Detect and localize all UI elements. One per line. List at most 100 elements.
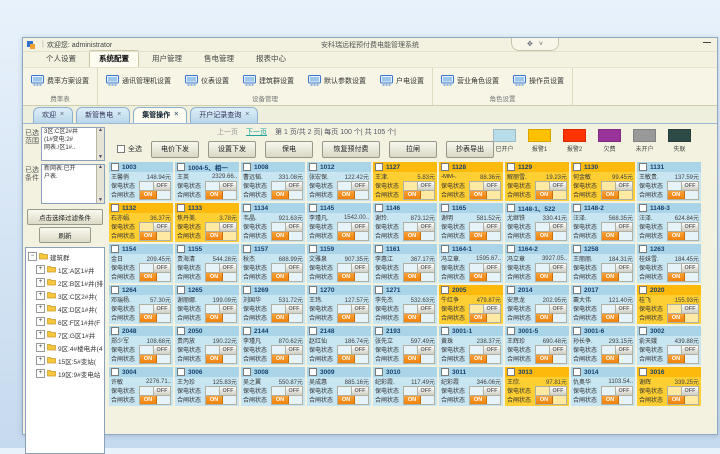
- card-checkbox[interactable]: [309, 327, 317, 335]
- card-checkbox[interactable]: [573, 163, 581, 171]
- switch-toggle[interactable]: ON: [337, 313, 369, 323]
- card-checkbox[interactable]: [177, 368, 185, 376]
- switch-toggle[interactable]: ON: [601, 354, 633, 364]
- switch-toggle[interactable]: ON: [601, 231, 633, 241]
- expand-plus-icon[interactable]: +: [36, 369, 45, 378]
- card-checkbox[interactable]: [309, 204, 317, 212]
- ribbon-button-2-1[interactable]: 通讯管理机设置: [104, 73, 173, 90]
- switch-toggle[interactable]: ON: [205, 313, 237, 323]
- tree-item-6[interactable]: +7区:G区1#井: [28, 328, 104, 341]
- switch-toggle[interactable]: ON: [205, 272, 237, 282]
- expand-plus-icon[interactable]: +: [36, 278, 45, 287]
- scroll-down-icon[interactable]: ▼: [98, 198, 103, 203]
- switch-toggle[interactable]: ON: [271, 231, 303, 241]
- ribbon-button-2-3[interactable]: 建筑群设置: [241, 73, 296, 90]
- switch-toggle[interactable]: ON: [139, 395, 171, 405]
- switch-toggle[interactable]: ON: [403, 231, 435, 241]
- toolbar-button-3[interactable]: 保电: [265, 141, 313, 158]
- card-checkbox[interactable]: [639, 163, 647, 171]
- next-page-link[interactable]: 下一页: [246, 127, 267, 137]
- card-checkbox[interactable]: [441, 245, 449, 253]
- switch-toggle[interactable]: ON: [337, 272, 369, 282]
- switch-toggle[interactable]: ON: [469, 354, 501, 364]
- card-checkbox[interactable]: [177, 245, 185, 253]
- card-checkbox[interactable]: [375, 163, 383, 171]
- card-checkbox[interactable]: [111, 163, 119, 171]
- card-checkbox[interactable]: [177, 163, 185, 171]
- switch-toggle[interactable]: ON: [337, 354, 369, 364]
- card-checkbox[interactable]: [441, 204, 449, 212]
- card-checkbox[interactable]: [375, 368, 383, 376]
- switch-toggle[interactable]: ON: [469, 313, 501, 323]
- card-checkbox[interactable]: [639, 327, 647, 335]
- switch-toggle[interactable]: ON: [469, 272, 501, 282]
- choose-filter-button[interactable]: 点击选择过滤条件: [27, 209, 103, 225]
- menu-tab-3[interactable]: 用户管理: [143, 51, 191, 67]
- tree-item-2[interactable]: +2区:B区1#井(排: [28, 276, 104, 289]
- expand-plus-icon[interactable]: +: [36, 356, 45, 365]
- card-checkbox[interactable]: [573, 286, 581, 294]
- switch-toggle[interactable]: ON: [139, 190, 171, 200]
- switch-toggle[interactable]: ON: [271, 272, 303, 282]
- tree-item-5[interactable]: +6区:F区1#井(F: [28, 315, 104, 328]
- close-icon[interactable]: ×: [174, 112, 178, 118]
- doc-tab-4[interactable]: 开户记录查询×: [190, 107, 258, 123]
- switch-toggle[interactable]: ON: [403, 395, 435, 405]
- switch-toggle[interactable]: ON: [271, 190, 303, 200]
- expand-icon[interactable]: ✥: [527, 40, 533, 48]
- card-checkbox[interactable]: [111, 368, 119, 376]
- collapse-chevron-icon[interactable]: ˅: [539, 41, 543, 48]
- ribbon-button-3-2[interactable]: 操作员设置: [511, 73, 566, 90]
- expand-plus-icon[interactable]: +: [36, 304, 45, 313]
- toolbar-button-6[interactable]: 抄表导出: [446, 141, 494, 158]
- switch-toggle[interactable]: ON: [667, 272, 699, 282]
- card-checkbox[interactable]: [243, 368, 251, 376]
- scroll-down-icon[interactable]: ▼: [98, 155, 103, 160]
- card-checkbox[interactable]: [639, 204, 647, 212]
- switch-toggle[interactable]: ON: [271, 354, 303, 364]
- ribbon-button-3-1[interactable]: 营业角色设置: [439, 73, 501, 90]
- close-icon[interactable]: ×: [117, 112, 121, 118]
- switch-toggle[interactable]: ON: [535, 395, 567, 405]
- card-checkbox[interactable]: [111, 286, 119, 294]
- card-checkbox[interactable]: [375, 327, 383, 335]
- menu-tab-4[interactable]: 售电管理: [195, 51, 243, 67]
- switch-toggle[interactable]: ON: [205, 190, 237, 200]
- switch-toggle[interactable]: ON: [469, 395, 501, 405]
- card-checkbox[interactable]: [639, 368, 647, 376]
- switch-toggle[interactable]: ON: [535, 313, 567, 323]
- toolbar-button-5[interactable]: 拉闸: [389, 141, 437, 158]
- refresh-button[interactable]: 刷新: [39, 227, 91, 243]
- switch-toggle[interactable]: ON: [403, 354, 435, 364]
- switch-toggle[interactable]: ON: [337, 190, 369, 200]
- card-checkbox[interactable]: [243, 327, 251, 335]
- switch-toggle[interactable]: ON: [667, 231, 699, 241]
- minimize-button[interactable]: —: [701, 39, 713, 48]
- card-checkbox[interactable]: [507, 163, 515, 171]
- card-checkbox[interactable]: [309, 163, 317, 171]
- toolbar-button-2[interactable]: 设置下发: [208, 141, 256, 158]
- ribbon-button-2-4[interactable]: 默认参数设置: [306, 73, 368, 90]
- switch-toggle[interactable]: ON: [667, 395, 699, 405]
- switch-toggle[interactable]: ON: [139, 272, 171, 282]
- selected-condition-listbox[interactable]: 新网表:已开户表.▲▼: [41, 164, 105, 204]
- card-checkbox[interactable]: [111, 327, 119, 335]
- card-checkbox[interactable]: [111, 204, 119, 212]
- switch-toggle[interactable]: ON: [535, 190, 567, 200]
- doc-tab-2[interactable]: 新管售电×: [76, 107, 130, 123]
- tree-root[interactable]: −建筑群: [28, 250, 104, 263]
- switch-toggle[interactable]: ON: [337, 395, 369, 405]
- listbox-scrollbar[interactable]: ▲▼: [96, 128, 104, 160]
- switch-toggle[interactable]: ON: [205, 395, 237, 405]
- tree-item-9[interactable]: +19区:9#变电站: [28, 367, 104, 380]
- tree-item-8[interactable]: +15区:5#变站(: [28, 354, 104, 367]
- expand-plus-icon[interactable]: +: [36, 265, 45, 274]
- doc-tab-1[interactable]: 欢迎×: [33, 107, 73, 123]
- card-checkbox[interactable]: [177, 204, 185, 212]
- card-checkbox[interactable]: [177, 327, 185, 335]
- scroll-up-icon[interactable]: ▲: [98, 128, 103, 133]
- card-checkbox[interactable]: [573, 368, 581, 376]
- tree-item-7[interactable]: +9区:4#楼电井(4: [28, 341, 104, 354]
- card-checkbox[interactable]: [441, 286, 449, 294]
- tree-item-1[interactable]: +1区:A区1#井: [28, 263, 104, 276]
